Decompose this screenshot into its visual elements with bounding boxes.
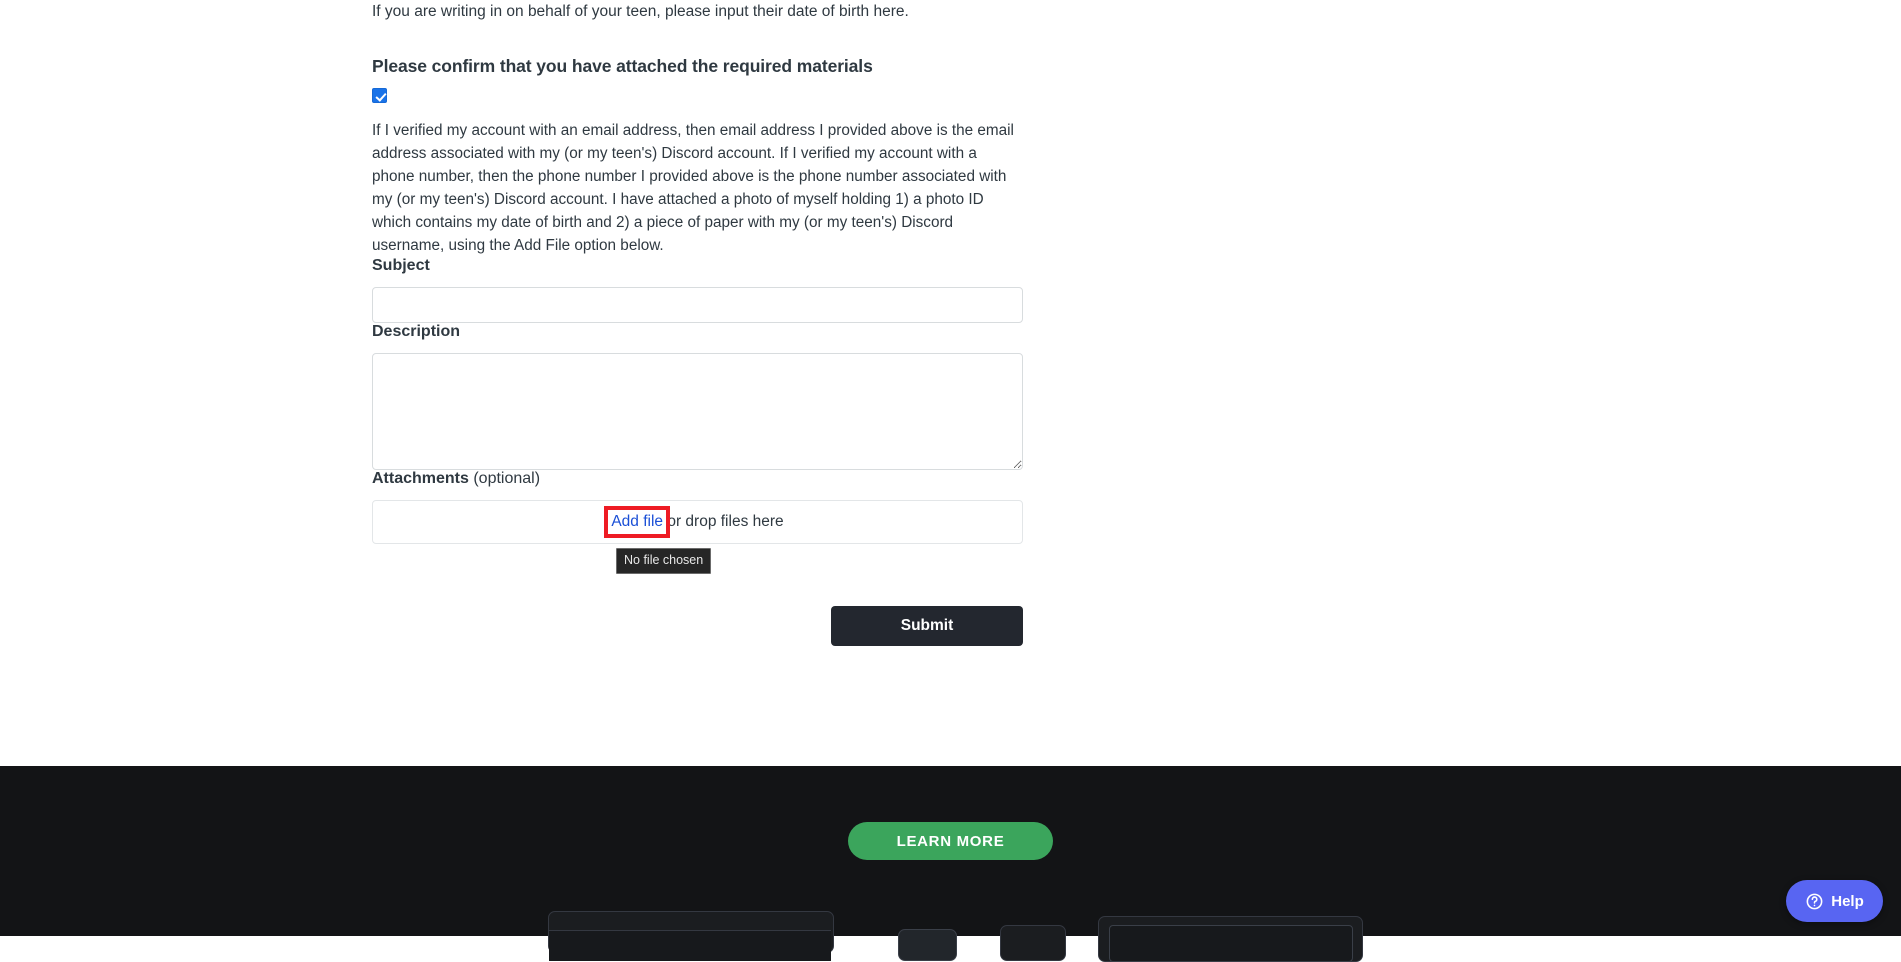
description-label: Description <box>372 323 461 340</box>
attachments-optional-suffix: (optional) <box>468 470 541 487</box>
learn-more-row: LEARN MORE <box>0 822 1901 860</box>
footer-card-4-inner <box>1109 925 1353 962</box>
attachments-label: Attachments (optional) <box>372 443 540 487</box>
confirm-materials-checkbox-row <box>372 77 1023 106</box>
footer-region: LEARN MORE <box>0 766 1901 936</box>
confirm-materials-checkbox[interactable] <box>372 88 387 103</box>
subject-input[interactable] <box>372 287 1023 323</box>
form-column: If you are writing in on behalf of your … <box>372 0 1023 646</box>
subject-label: Subject <box>372 257 430 274</box>
submit-button[interactable]: Submit <box>831 606 1023 646</box>
attachments-label-text: Attachments <box>372 470 469 487</box>
date-of-birth-hint: If you are writing in on behalf of your … <box>372 3 909 20</box>
drop-files-hint: or drop files here <box>663 513 784 530</box>
learn-more-button[interactable]: LEARN MORE <box>848 822 1053 860</box>
footer-card-1-inner <box>549 930 831 961</box>
add-file-link[interactable]: Add file <box>604 506 670 538</box>
support-form-region: If you are writing in on behalf of your … <box>0 0 1901 766</box>
footer-card-2 <box>898 929 957 961</box>
help-widget-button[interactable]: Help <box>1786 880 1883 922</box>
no-file-chosen-tooltip: No file chosen <box>616 548 712 574</box>
dropzone-inner: Add file or drop files here <box>604 506 784 538</box>
question-circle-icon <box>1805 892 1824 911</box>
attachments-dropzone[interactable]: Add file or drop files here No file chos… <box>372 500 1023 574</box>
help-widget-label: Help <box>1831 892 1864 910</box>
footer-card-3 <box>1000 925 1066 961</box>
consent-paragraph: If I verified my account with an email a… <box>372 122 1014 254</box>
confirm-materials-heading: Please confirm that you have attached th… <box>372 56 873 76</box>
